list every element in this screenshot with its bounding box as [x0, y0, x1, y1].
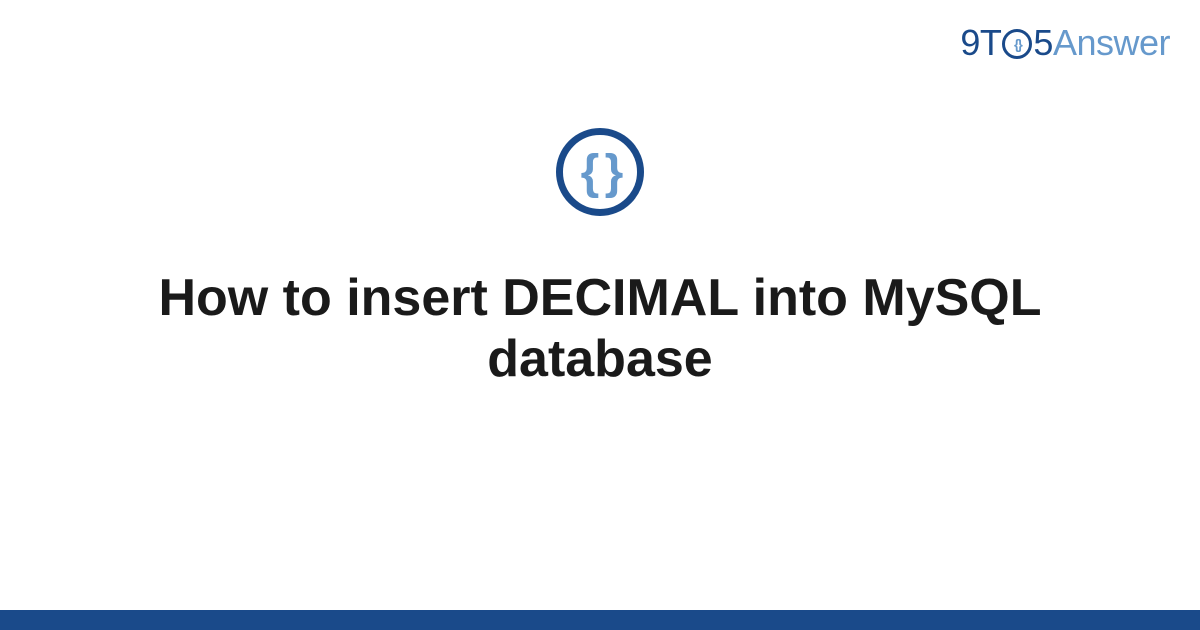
logo-text-answer: Answer	[1053, 22, 1170, 64]
site-logo: 9T {} 5 Answer	[960, 22, 1170, 64]
logo-circle-icon: {}	[1002, 29, 1032, 59]
main-content: { } How to insert DECIMAL into MySQL dat…	[0, 128, 1200, 391]
page-title: How to insert DECIMAL into MySQL databas…	[150, 268, 1050, 391]
logo-text-5: 5	[1033, 22, 1053, 64]
logo-text-9t: 9T	[960, 22, 1001, 64]
footer-bar	[0, 610, 1200, 630]
braces-icon-circle: { }	[556, 128, 644, 216]
braces-icon: { }	[581, 145, 620, 200]
logo-braces-small: {}	[1014, 36, 1021, 52]
